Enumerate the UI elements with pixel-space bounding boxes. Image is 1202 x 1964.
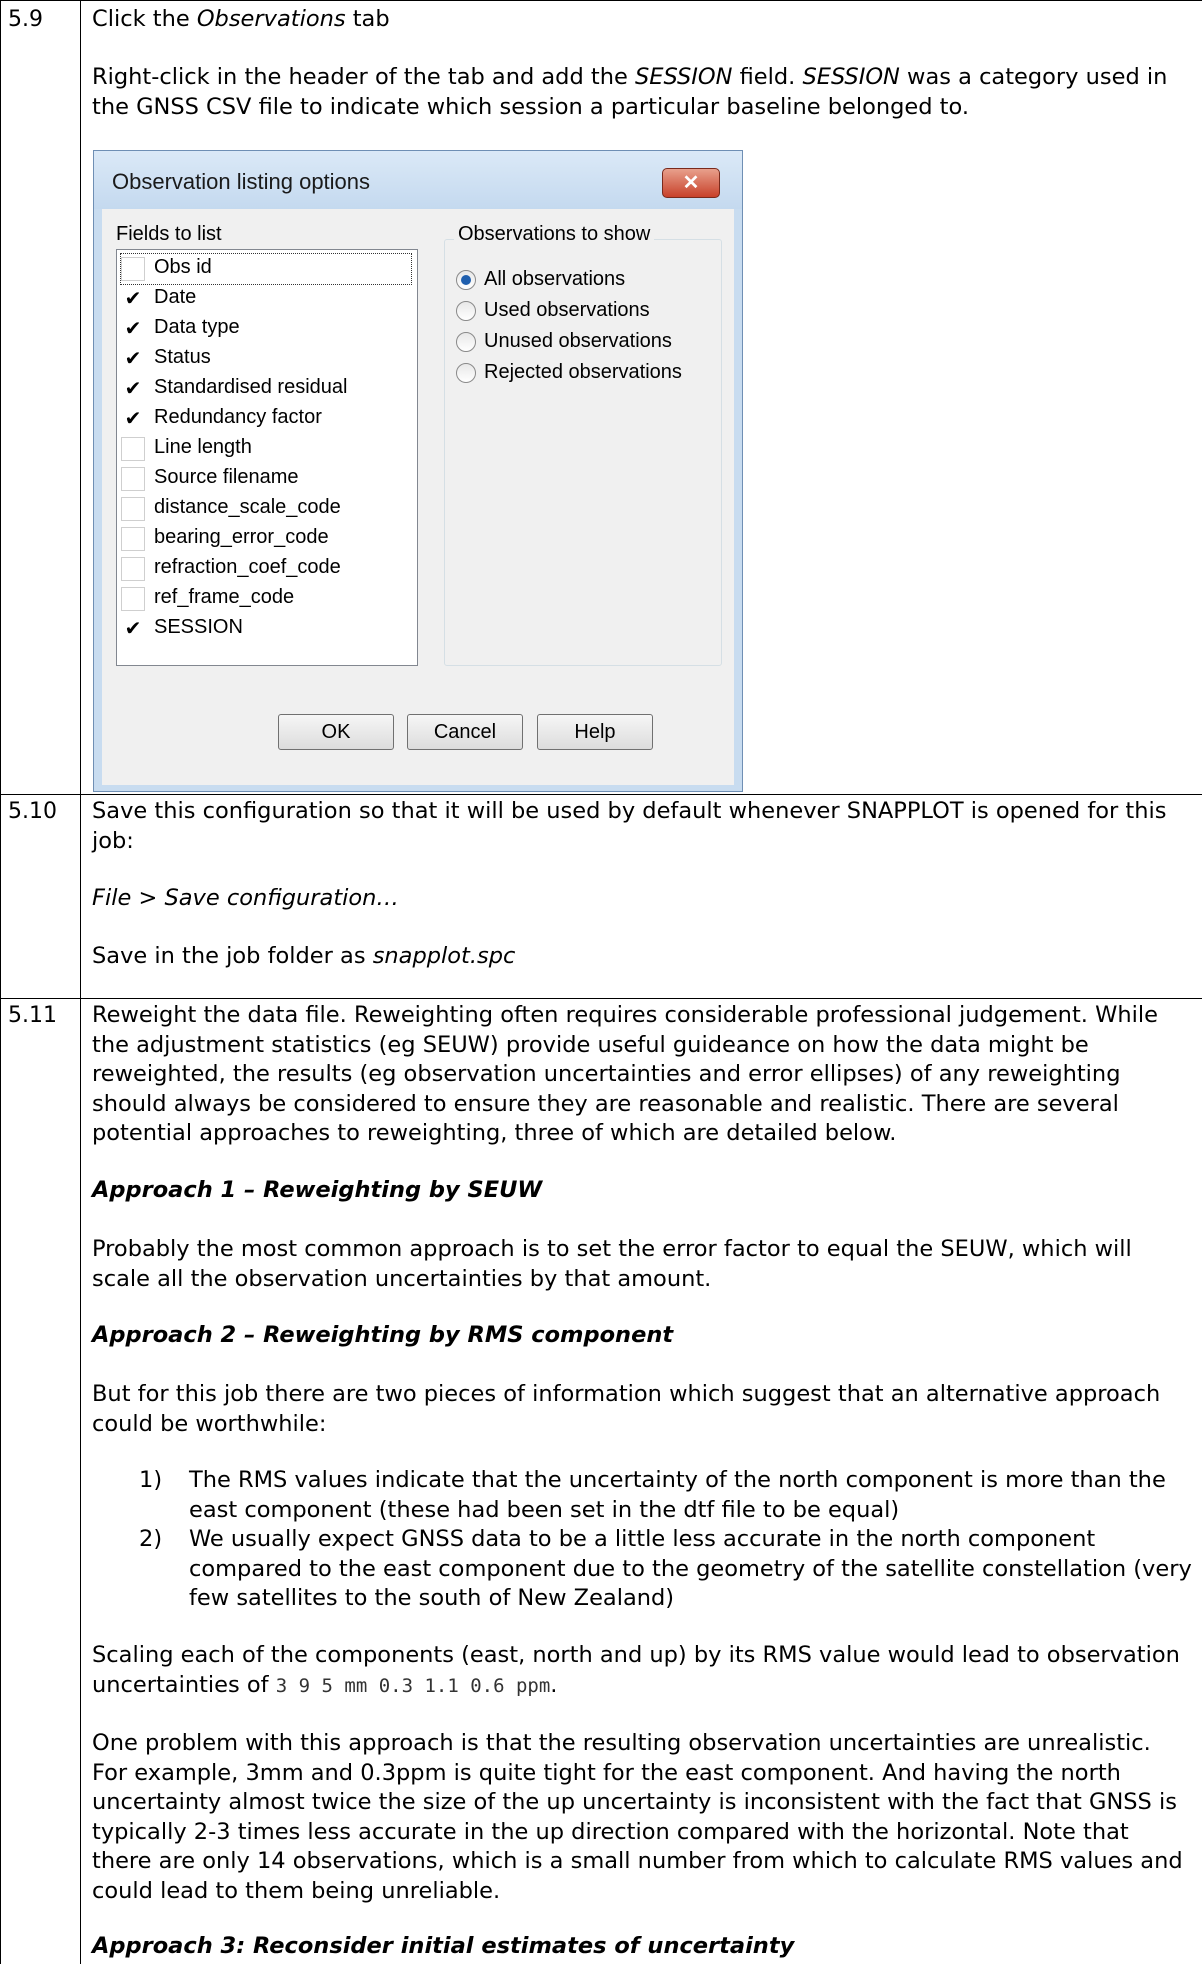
radio-unselected-icon[interactable] [456, 363, 476, 383]
field-option[interactable]: bearing_error_code [121, 524, 411, 554]
radio-selected-icon[interactable] [456, 270, 476, 290]
list-item: 1) The RMS values indicate that the unce… [139, 1466, 1194, 1525]
document-page: 5.9 5.10 5.11 Click the Observations tab… [0, 0, 1202, 1964]
help-button[interactable]: Help [537, 714, 653, 750]
dialog-client-area: Fields to list Obs id ✔ Date ✔ Data type ✔ Sta… [102, 209, 734, 785]
radio-option-label: Rejected observations [484, 361, 682, 383]
checkbox-unchecked-icon[interactable] [121, 437, 145, 461]
instruction-paragraph: Save this configuration so that it will … [92, 798, 1167, 854]
instruction-paragraph: But for this job there are two pieces of… [92, 1381, 1161, 1437]
dialog-title: Observation listing options [112, 169, 371, 194]
field-option-label: SESSION [154, 616, 243, 638]
approach-heading: Approach 3: Reconsider initial estimates… [92, 1933, 795, 1959]
radio-option-label: Used observations [484, 299, 650, 321]
field-option[interactable]: Source filename [121, 464, 411, 494]
radio-unselected-icon[interactable] [456, 301, 476, 321]
field-option-label: bearing_error_code [154, 526, 329, 548]
field-option-label: Data type [154, 316, 240, 338]
approach-heading: Approach 2 – Reweighting by RMS componen… [92, 1322, 674, 1348]
field-option[interactable]: Obs id [120, 253, 412, 285]
field-option[interactable]: ✔ Status [121, 344, 411, 374]
cancel-button[interactable]: Cancel [407, 714, 523, 750]
field-option-label: Obs id [154, 256, 212, 278]
observations-to-show-option[interactable]: Used observations [456, 298, 716, 328]
approach-heading: Approach 1 – Reweighting by SEUW [92, 1177, 543, 1203]
list-item: 2) We usually expect GNSS data to be a l… [139, 1525, 1194, 1614]
field-option[interactable]: ✔ Data type [121, 314, 411, 344]
dialog-titlebar: Observation listing options ✕ [94, 151, 742, 209]
observations-to-show-option[interactable]: Unused observations [456, 329, 716, 359]
close-icon[interactable]: ✕ [662, 168, 720, 198]
radio-option-label: Unused observations [484, 330, 672, 352]
column-divider [80, 0, 81, 1964]
checkbox-unchecked-icon[interactable] [121, 557, 145, 581]
instruction-paragraph: Reweight the data file. Reweighting ofte… [92, 1002, 1158, 1146]
field-option-label: Source filename [154, 466, 299, 488]
checkbox-unchecked-icon[interactable] [121, 497, 145, 521]
instruction-paragraph: Click the Observations tab [92, 6, 390, 32]
observations-to-show-label: Observations to show [454, 223, 655, 246]
step-number: 5.10 [8, 799, 57, 824]
field-option[interactable]: ✔ SESSION [121, 614, 411, 644]
field-option[interactable]: Line length [121, 434, 411, 464]
checkbox-checked-icon[interactable]: ✔ [121, 287, 145, 311]
checkbox-unchecked-icon[interactable] [121, 467, 145, 491]
checkbox-unchecked-icon[interactable] [121, 587, 145, 611]
list-number: 2) [139, 1526, 163, 1552]
field-option-label: Redundancy factor [154, 406, 322, 428]
observations-to-show-option[interactable]: Rejected observations [456, 360, 716, 390]
checkbox-unchecked-icon[interactable] [121, 257, 145, 281]
uncertainty-values: 3 9 5 mm 0.3 1.1 0.6 ppm [275, 1674, 551, 1697]
field-option-label: Standardised residual [154, 376, 348, 398]
list-number: 1) [139, 1467, 163, 1493]
step-number: 5.11 [8, 1003, 57, 1028]
field-option-label: Line length [154, 436, 252, 458]
checkbox-checked-icon[interactable]: ✔ [121, 617, 145, 641]
checkbox-checked-icon[interactable]: ✔ [121, 347, 145, 371]
checkbox-checked-icon[interactable]: ✔ [121, 317, 145, 341]
observation-listing-options-dialog: Observation listing options ✕ Fields to … [93, 150, 743, 792]
field-option[interactable]: ✔ Standardised residual [121, 374, 411, 404]
ok-button[interactable]: OK [278, 714, 394, 750]
observations-to-show-option[interactable]: All observations [456, 267, 716, 297]
menu-path: File > Save configuration… [92, 885, 399, 911]
field-option[interactable]: distance_scale_code [121, 494, 411, 524]
checkbox-unchecked-icon[interactable] [121, 527, 145, 551]
instruction-paragraph: Scaling each of the components (east, no… [92, 1642, 1180, 1698]
instruction-paragraph: Save in the job folder as snapplot.spc [92, 943, 516, 969]
instruction-paragraph: Right-click in the header of the tab and… [92, 64, 1168, 120]
table-border-top [0, 0, 1202, 1]
radio-option-label: All observations [484, 268, 626, 290]
instruction-paragraph: Probably the most common approach is to … [92, 1236, 1132, 1292]
list-text: The RMS values indicate that the uncerta… [189, 1467, 1166, 1523]
checkbox-checked-icon[interactable]: ✔ [121, 377, 145, 401]
field-option[interactable]: ✔ Redundancy factor [121, 404, 411, 434]
field-option-label: distance_scale_code [154, 496, 341, 518]
table-border-left [0, 0, 1, 1964]
radio-unselected-icon[interactable] [456, 332, 476, 352]
list-text: We usually expect GNSS data to be a litt… [189, 1526, 1192, 1611]
fields-to-list-label: Fields to list [116, 223, 222, 245]
instruction-paragraph: One problem with this approach is that t… [92, 1730, 1183, 1904]
field-option[interactable]: refraction_coef_code [121, 554, 411, 584]
field-option-label: Status [154, 346, 211, 368]
row-divider [0, 998, 1202, 999]
row-divider [0, 794, 1202, 795]
step-number: 5.9 [8, 7, 43, 32]
field-option-label: ref_frame_code [154, 586, 295, 608]
checkbox-checked-icon[interactable]: ✔ [121, 407, 145, 431]
field-option[interactable]: ref_frame_code [121, 584, 411, 614]
fields-listbox[interactable]: Obs id ✔ Date ✔ Data type ✔ Status ✔ Standardise… [116, 249, 418, 666]
field-option-label: Date [154, 286, 197, 308]
field-option[interactable]: ✔ Date [121, 284, 411, 314]
field-option-label: refraction_coef_code [154, 556, 341, 578]
